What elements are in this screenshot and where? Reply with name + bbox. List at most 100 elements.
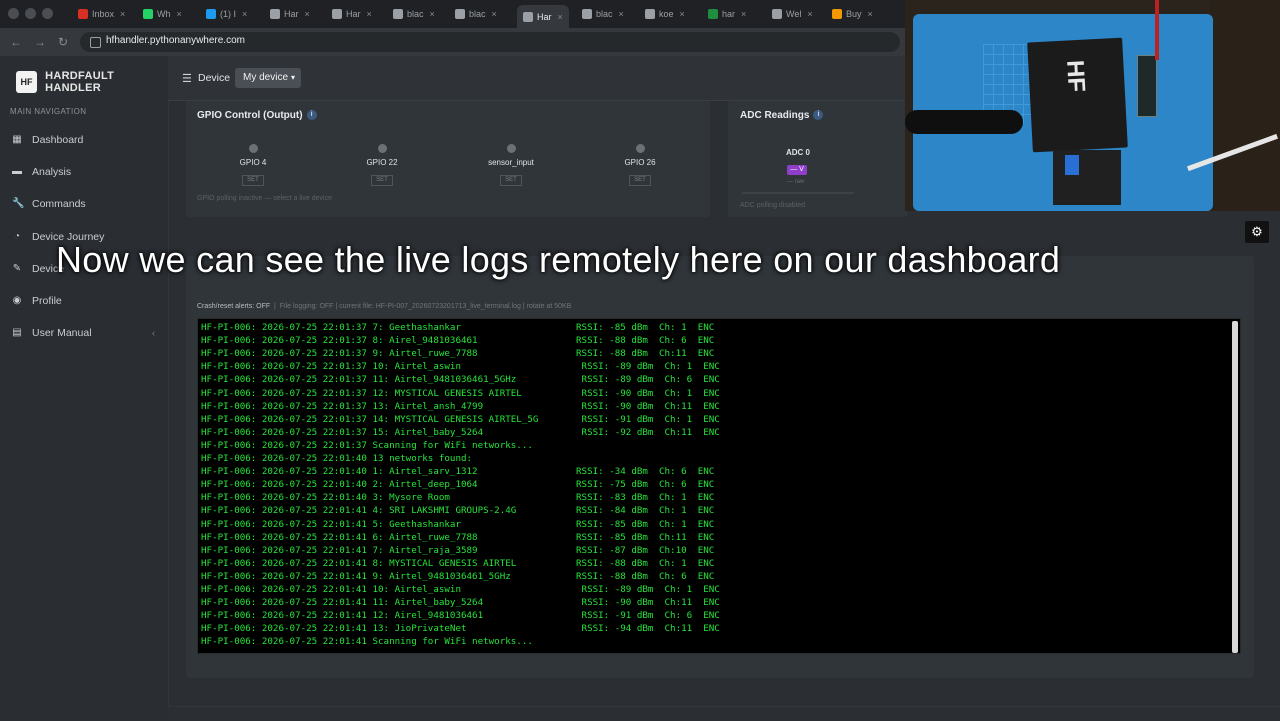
maximize-window-button[interactable] xyxy=(42,8,53,19)
browser-tab[interactable]: blac × xyxy=(393,5,435,23)
log-line-text: HF-PI-006: 2026-07-25 22:01:37 Scanning … xyxy=(201,439,533,451)
gpio-set-button[interactable]: SET xyxy=(242,175,264,186)
gpio-set-button[interactable]: SET xyxy=(500,175,522,186)
site-info-icon[interactable] xyxy=(90,37,101,48)
device-select[interactable]: My device ▾ xyxy=(235,68,301,88)
info-icon[interactable]: i xyxy=(813,110,824,121)
nav-section-heading: MAIN NAVIGATION xyxy=(10,107,87,116)
log-line-rssi: RSSI: -88 dBm Ch: 1 ENC xyxy=(576,557,715,569)
close-tab-icon[interactable]: × xyxy=(305,9,310,19)
close-tab-icon[interactable]: × xyxy=(741,9,746,19)
video-caption: Now we can see the live logs remotely he… xyxy=(56,239,1061,280)
profile-icon: ◉ xyxy=(12,295,22,306)
browser-tab[interactable]: har × xyxy=(708,5,746,23)
log-line-text: HF-PI-006: 2026-07-25 22:01:37 15: Airte… xyxy=(201,426,484,438)
close-tab-icon[interactable]: × xyxy=(619,9,624,19)
gpio-status-note: GPIO polling inactive — select a live de… xyxy=(197,195,333,202)
tab-favicon-icon xyxy=(143,9,153,19)
reload-icon[interactable]: ↻ xyxy=(58,35,68,49)
log-line-rssi: RSSI: -89 dBm Ch: 6 ENC xyxy=(576,374,720,386)
settings-icon[interactable]: ⚙ xyxy=(1245,221,1269,243)
live-terminal[interactable]: HF-PI-006: 2026-07-25 22:01:37 7: Geetha… xyxy=(197,318,1241,654)
close-tab-icon[interactable]: × xyxy=(558,12,563,22)
tab-favicon-icon xyxy=(708,9,718,19)
close-tab-icon[interactable]: × xyxy=(120,9,125,19)
close-tab-icon[interactable]: × xyxy=(868,9,873,19)
minimize-window-button[interactable] xyxy=(25,8,36,19)
close-tab-icon[interactable]: × xyxy=(680,9,685,19)
log-line: HF-PI-006: 2026-07-25 22:01:37 9: Airtel… xyxy=(201,347,714,360)
info-icon[interactable]: i xyxy=(306,110,317,121)
tab-label: blac xyxy=(469,9,486,19)
sidebar-item-analysis[interactable]: ▬ Analysis xyxy=(12,163,71,181)
browser-tab[interactable]: Har × xyxy=(517,5,569,28)
browser-tab[interactable]: blac × xyxy=(455,5,497,23)
brand[interactable]: HF HARDFAULT HANDLER xyxy=(16,70,168,94)
log-line-rssi: RSSI: -75 dBm Ch: 6 ENC xyxy=(576,479,715,491)
log-line-rssi: RSSI: -88 dBm Ch: 6 ENC xyxy=(576,335,715,347)
chevron-down-icon: ▾ xyxy=(290,73,295,82)
log-line: HF-PI-006: 2026-07-25 22:01:37 10: Airte… xyxy=(201,360,720,373)
browser-tab[interactable]: Wh × xyxy=(143,5,182,23)
log-line-text: HF-PI-006: 2026-07-25 22:01:40 13 networ… xyxy=(201,453,473,464)
chevron-left-icon[interactable]: ‹ xyxy=(152,328,155,338)
sidebar-item-label: Commands xyxy=(32,198,86,210)
close-tab-icon[interactable]: × xyxy=(367,9,372,19)
gpio-set-button[interactable]: SET xyxy=(371,175,393,186)
gpio-card-title: GPIO Control (Output) i xyxy=(197,110,317,121)
browser-tab[interactable]: (1) I × xyxy=(206,5,247,23)
browser-tab[interactable]: koe × xyxy=(645,5,685,23)
gpio-pin-name: GPIO 4 xyxy=(239,158,267,167)
browser-tab[interactable]: Wel × xyxy=(772,5,813,23)
tab-label: Wel xyxy=(786,9,802,19)
sidebar-item-user-manual[interactable]: ▤ User Manual xyxy=(12,324,91,342)
wire xyxy=(1155,0,1159,60)
browser-tab[interactable]: blac × xyxy=(582,5,624,23)
menu-icon[interactable]: ☰ xyxy=(182,72,192,85)
tab-label: blac xyxy=(596,9,613,19)
adc-level-bar xyxy=(742,192,854,194)
device-box: HF xyxy=(1027,37,1128,153)
log-line-rssi: RSSI: -91 dBm Ch: 1 ENC xyxy=(576,413,720,425)
close-tab-icon[interactable]: × xyxy=(807,9,812,19)
close-tab-icon[interactable]: × xyxy=(430,9,435,19)
cable xyxy=(905,110,1023,134)
log-line: HF-PI-006: 2026-07-25 22:01:37 15: Airte… xyxy=(201,426,720,439)
device-box-logo: HF xyxy=(1061,59,1090,93)
back-icon[interactable]: ← xyxy=(10,35,22,49)
sidebar-item-dashboard[interactable]: ▦ Dashboard xyxy=(12,131,83,149)
gpio-pin-name: GPIO 26 xyxy=(624,158,656,167)
tab-label: (1) I xyxy=(220,9,237,19)
log-line-text: HF-PI-006: 2026-07-25 22:01:37 9: Airtel… xyxy=(201,348,478,360)
dev-board xyxy=(1137,55,1157,117)
adc-value-badge: — V xyxy=(787,165,807,175)
close-tab-icon[interactable]: × xyxy=(492,9,497,19)
history-icon: ◔ xyxy=(13,231,21,242)
sidebar-item-profile[interactable]: ◉ Profile xyxy=(12,292,62,310)
log-line-text: HF-PI-006: 2026-07-25 22:01:37 10: Airte… xyxy=(201,361,461,373)
gpio-pin: sensor_input SET xyxy=(481,144,541,186)
terminal-scrollbar[interactable] xyxy=(1232,321,1238,653)
log-line-text: HF-PI-006: 2026-07-25 22:01:41 12: Airel… xyxy=(201,610,484,622)
close-tab-icon[interactable]: × xyxy=(242,9,247,19)
url-field[interactable]: hfhandler.pythonanywhere.com xyxy=(80,32,900,52)
gpio-set-button[interactable]: SET xyxy=(629,175,651,186)
close-tab-icon[interactable]: × xyxy=(177,9,182,19)
gpio-state-indicator xyxy=(248,144,258,153)
browser-tab[interactable]: Har × xyxy=(270,5,310,23)
gpio-pin: GPIO 22 SET xyxy=(352,144,412,186)
browser-tab[interactable]: Inbox × xyxy=(78,5,125,23)
log-line: HF-PI-006: 2026-07-25 22:01:37 12: MYSTI… xyxy=(201,387,720,400)
tab-favicon-icon xyxy=(645,9,655,19)
forward-icon[interactable]: → xyxy=(34,35,46,49)
tab-label: Har xyxy=(537,11,552,22)
analysis-icon: ▬ xyxy=(12,166,22,177)
log-line-rssi: RSSI: -90 dBm Ch:11 ENC xyxy=(576,597,720,609)
browser-tab[interactable]: Buy × xyxy=(832,5,873,23)
log-line: HF-PI-006: 2026-07-25 22:01:41 13: JioPr… xyxy=(201,622,720,635)
sidebar-item-label: Profile xyxy=(32,295,62,307)
sidebar-item-commands[interactable]: 🔧 Commands xyxy=(12,195,86,213)
file-logging-status: File logging: OFF | current file: HF-PI-… xyxy=(279,303,572,310)
close-window-button[interactable] xyxy=(8,8,19,19)
browser-tab[interactable]: Har × xyxy=(332,5,372,23)
